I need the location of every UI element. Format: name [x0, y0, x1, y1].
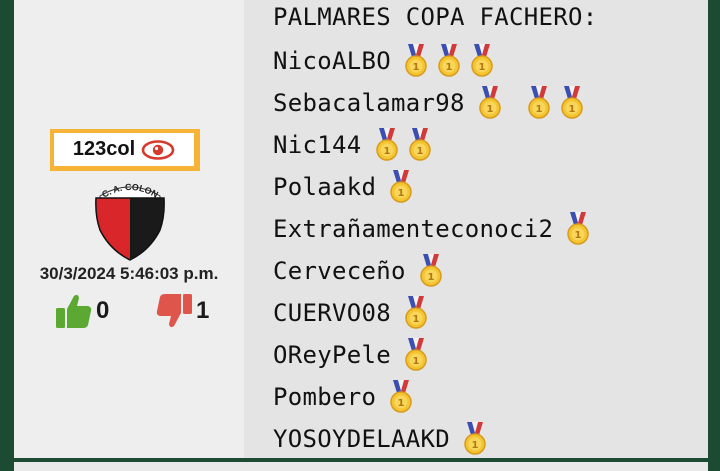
- palmares-entry-name: Cerveceño: [273, 257, 406, 285]
- medal-group: [374, 128, 440, 162]
- palmares-entry: Cerveceño: [273, 250, 598, 292]
- gold-medal-icon: [436, 44, 462, 78]
- gold-medal-icon: [526, 86, 552, 120]
- gold-medal-icon: [477, 86, 503, 120]
- medal-group: [565, 212, 598, 246]
- palmares-entry-name: Extrañamenteconoci2: [273, 215, 554, 243]
- username[interactable]: 123col: [73, 138, 135, 161]
- next-post-edge: [14, 462, 708, 471]
- palmares-entry-name: NicoALBO: [273, 47, 391, 75]
- medal-group: [388, 170, 421, 204]
- palmares-entry-name: CUERVO08: [273, 299, 391, 327]
- palmares-entry: OReyPele: [273, 334, 598, 376]
- palmares-entry-name: YOSOYDELAAKD: [273, 425, 450, 453]
- dislike-count: 1: [196, 297, 210, 324]
- palmares-entry: NicoALBO: [273, 40, 598, 82]
- gold-medal-icon: [407, 128, 433, 162]
- medal-group: [403, 296, 436, 330]
- palmares-entry: Pombero: [273, 376, 598, 418]
- like-count: 0: [96, 297, 110, 324]
- dislike-button[interactable]: 1: [154, 292, 209, 330]
- eye-icon[interactable]: [141, 139, 175, 161]
- gold-medal-icon: [388, 380, 414, 414]
- palmares-entry: Polaakd: [273, 166, 598, 208]
- club-crest: C. A. COLON: [95, 182, 165, 261]
- medal-group: [477, 86, 592, 120]
- vote-bar: 0 1: [54, 292, 234, 332]
- gold-medal-icon: [469, 44, 495, 78]
- medal-group: [388, 380, 421, 414]
- gold-medal-icon: [403, 296, 429, 330]
- palmares-entry-name: Sebacalamar98: [273, 89, 465, 117]
- user-badge[interactable]: 123col: [50, 129, 200, 171]
- gold-medal-icon: [418, 254, 444, 288]
- gold-medal-icon: [388, 170, 414, 204]
- palmares-entry-name: Polaakd: [273, 173, 377, 201]
- palmares-entry-name: Nic144: [273, 131, 362, 159]
- author-panel: 123col C. A. COLON 30/3/2024 5:46:03 p.m…: [14, 0, 244, 458]
- gold-medal-icon: [565, 212, 591, 246]
- post-body: PALMARES COPA FACHERO: NicoALBO Sebacalam…: [244, 0, 708, 458]
- palmares-entry: Sebacalamar98: [273, 82, 598, 124]
- gold-medal-icon: [462, 422, 488, 456]
- palmares-entry-name: Pombero: [273, 383, 377, 411]
- gold-medal-icon: [403, 338, 429, 372]
- like-button[interactable]: 0: [54, 292, 109, 330]
- medal-group: [418, 254, 451, 288]
- post-card: 123col C. A. COLON 30/3/2024 5:46:03 p.m…: [14, 0, 708, 458]
- gold-medal-icon: [374, 128, 400, 162]
- palmares-list: NicoALBO Sebacalamar98 Nic144 Polaakd Extrañ…: [273, 40, 598, 460]
- palmares-entry: CUERVO08: [273, 292, 598, 334]
- palmares-entry: Nic144: [273, 124, 598, 166]
- thumbs-up-icon[interactable]: [54, 292, 94, 330]
- palmares-entry-name: OReyPele: [273, 341, 391, 369]
- palmares-title: PALMARES COPA FACHERO:: [273, 3, 598, 31]
- gold-medal-icon: [403, 44, 429, 78]
- post-timestamp: 30/3/2024 5:46:03 p.m.: [39, 264, 219, 283]
- palmares-entry: Extrañamenteconoci2: [273, 208, 598, 250]
- palmares-entry: YOSOYDELAAKD: [273, 418, 598, 460]
- thumbs-down-icon[interactable]: [154, 292, 194, 330]
- medal-group: [462, 422, 495, 456]
- gold-medal-icon: [559, 86, 585, 120]
- medal-group: [403, 44, 502, 78]
- medal-group: [403, 338, 436, 372]
